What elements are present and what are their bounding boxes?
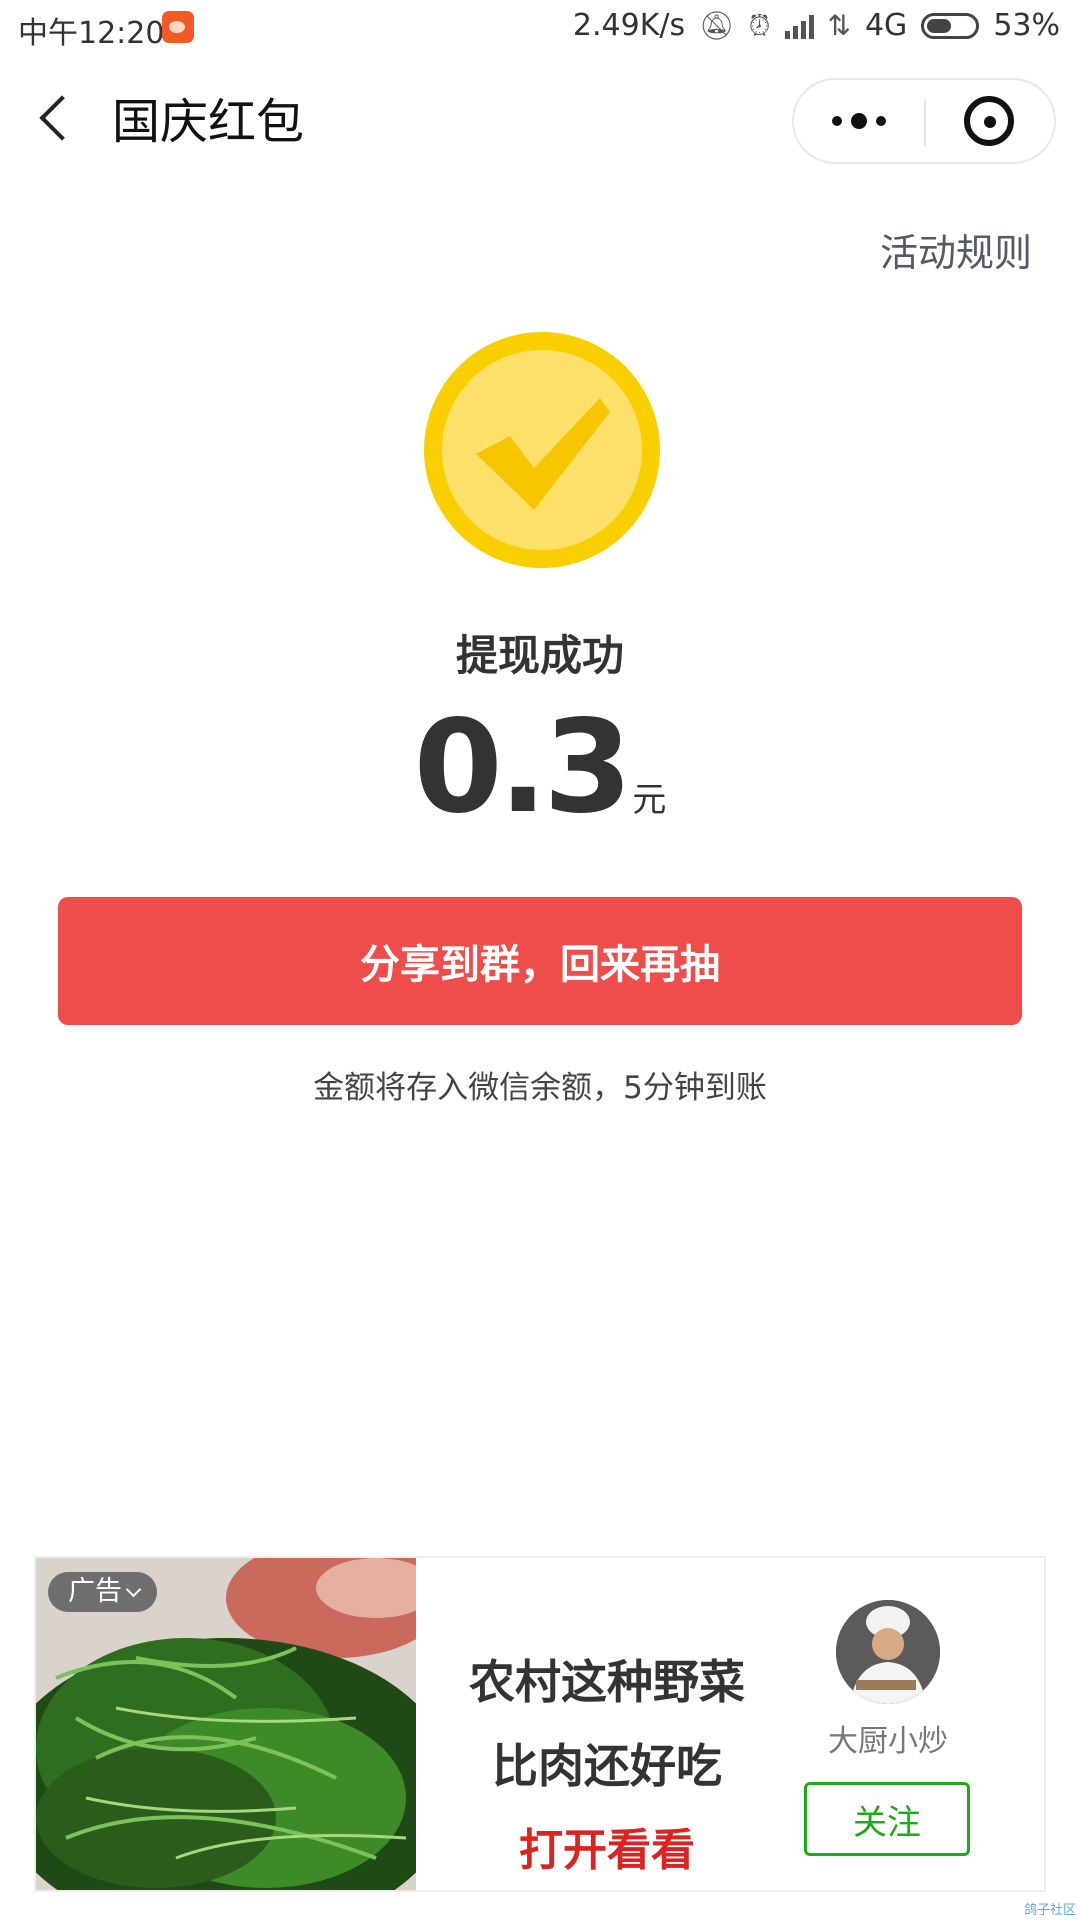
page-title: 国庆红包: [112, 94, 305, 150]
signal-icon: [784, 13, 814, 39]
screen: 中午12:20 2.49K/s 🔕︎ ⏰︎ ⇅ 4G 53% 国庆红包 活动规则…: [0, 0, 1080, 1920]
mute-icon: 🔕︎: [699, 9, 735, 42]
activity-rules-link[interactable]: 活动规则: [880, 222, 1032, 277]
follow-button[interactable]: 关注: [804, 1782, 970, 1856]
amount-unit: 元: [632, 780, 667, 820]
ad-open-link[interactable]: 打开看看: [422, 1814, 792, 1878]
mini-program-capsule: [792, 78, 1056, 164]
target-close-icon: [964, 96, 1014, 146]
back-button[interactable]: [28, 94, 85, 150]
close-button[interactable]: [926, 80, 1054, 162]
ad-tag-label: 广告: [68, 1576, 122, 1607]
ad-tag[interactable]: 广告: [48, 1572, 157, 1612]
success-title: 提现成功: [455, 631, 624, 680]
status-bar: 中午12:20 2.49K/s 🔕︎ ⏰︎ ⇅ 4G 53%: [0, 0, 1080, 58]
weibo-notification-icon: [162, 11, 194, 43]
battery-fill: [927, 18, 952, 33]
watermark: 鸽子社区: [1023, 1903, 1076, 1918]
status-right: 2.49K/s 🔕︎ ⏰︎ ⇅ 4G 53%: [573, 8, 1060, 43]
chevron-down-icon: [125, 1581, 142, 1597]
network-type: 4G: [864, 8, 908, 43]
ad-headline-line1: 农村这种野菜: [469, 1655, 745, 1709]
check-circle-icon: [424, 332, 660, 568]
ad-card[interactable]: 广告 农村这种野菜 比肉还好吃 打开看看 大厨小炒 关注: [34, 1556, 1046, 1892]
alarm-icon: ⏰︎: [748, 8, 771, 42]
more-button[interactable]: [794, 80, 924, 162]
battery-percent: 53%: [993, 8, 1060, 43]
ad-author-name: 大厨小炒: [828, 1724, 948, 1759]
battery-icon: [921, 12, 980, 39]
net-speed: 2.49K/s: [572, 8, 686, 43]
ad-headline-line2: 比肉还好吃: [492, 1739, 722, 1793]
share-to-group-button[interactable]: 分享到群，回来再抽: [58, 897, 1022, 1025]
status-time: 中午12:20: [18, 16, 165, 51]
amount-row: 0.3 元: [0, 698, 1080, 876]
chevron-left-icon: [39, 95, 85, 141]
deposit-hint: 金额将存入微信余额，5分钟到账: [313, 1070, 767, 1106]
more-dots-icon: [832, 111, 886, 131]
data-transfer-icon: ⇅: [827, 9, 851, 42]
ad-author-avatar: [836, 1600, 940, 1704]
amount-value: 0.3: [413, 693, 633, 842]
